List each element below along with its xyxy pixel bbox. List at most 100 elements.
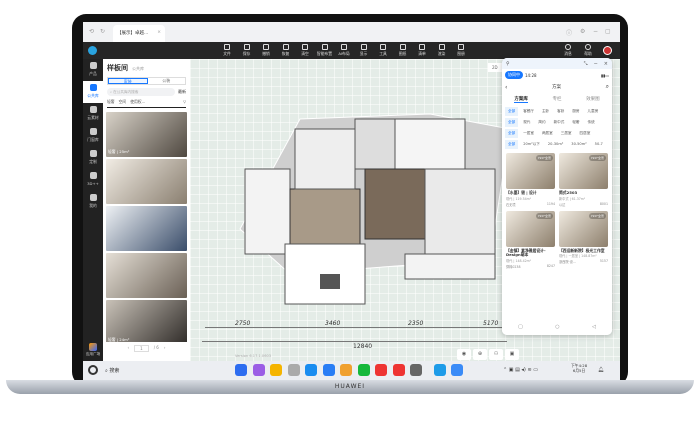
toolbar-item-1[interactable]: 保存 xyxy=(238,44,256,57)
filter-chip[interactable]: 传统 xyxy=(585,118,598,127)
rail-item-1[interactable]: 公共库 xyxy=(83,81,103,103)
sample-room-thumb[interactable]: 轻奢 | 25m² xyxy=(106,112,187,157)
upload-button[interactable]: ⊕ xyxy=(473,349,487,360)
tab-commercial[interactable]: 公装 xyxy=(148,78,186,84)
taskbar-search[interactable]: ⌕ 搜索 xyxy=(105,367,119,374)
plan-card[interactable]: 720°全景 【金镇】素净雅居设计-Design萌本 现代 | 148.42m² 穿棉… xyxy=(506,210,555,269)
back-icon[interactable]: ‹ xyxy=(505,84,507,91)
filter-chip[interactable]: 全部 xyxy=(505,140,519,149)
filter-chip[interactable]: 30-50m² xyxy=(568,140,589,149)
filter-chip[interactable]: 全部 xyxy=(505,129,519,138)
search-input[interactable]: ⌕ 在公共库内搜索 xyxy=(107,88,175,96)
tab-plan-library[interactable]: 方案库 xyxy=(514,96,528,103)
taskbar-app-9[interactable] xyxy=(392,364,405,376)
filter-chip[interactable]: 四居室 xyxy=(577,129,594,138)
clock[interactable]: 下午4:28 6月5日 xyxy=(571,363,587,374)
rail-item-3[interactable]: 门窗库 xyxy=(83,125,103,147)
toolbar-item-5[interactable]: 智能布置 xyxy=(316,44,334,57)
app-store-item[interactable]: 应用广场 xyxy=(83,343,103,357)
filter-chip[interactable]: 两居室 xyxy=(539,129,556,138)
taskbar-app-11[interactable] xyxy=(433,364,446,376)
rail-item-4[interactable]: 定制 xyxy=(83,147,103,169)
filter-chip[interactable]: 客餐厅 xyxy=(520,107,537,116)
share-button[interactable]: ⚇ xyxy=(489,349,503,360)
filter-icon[interactable]: ▽ xyxy=(183,99,186,105)
toolbar-item-0[interactable]: 文件 xyxy=(218,44,236,57)
filter-chip[interactable]: 主卧 xyxy=(539,107,552,116)
prev-page[interactable]: ‹ xyxy=(128,345,130,352)
filter-chip[interactable]: 50-7 xyxy=(592,140,606,149)
filter-chip[interactable]: 一居室 xyxy=(520,129,537,138)
nav-back[interactable]: ◁ xyxy=(592,324,596,335)
nav-recent[interactable]: ▢ xyxy=(518,324,523,335)
close-icon[interactable]: × xyxy=(604,61,608,67)
sample-room-thumb[interactable] xyxy=(106,253,187,298)
taskbar-app-1[interactable] xyxy=(252,364,265,376)
taskbar-app-3[interactable] xyxy=(287,364,300,376)
filter-chip[interactable]: 三居室 xyxy=(558,129,575,138)
sample-room-thumb[interactable]: 轻奢 | 24m² xyxy=(106,300,187,342)
resize-icon[interactable]: ⤡ xyxy=(584,61,588,67)
taskbar-app-6[interactable] xyxy=(340,364,352,376)
taskbar-app-8[interactable] xyxy=(375,364,387,376)
plan-card[interactable]: 720°全景 【水墨】银 | 设计 现代 | 119.54m² 石无境 1194 xyxy=(506,153,555,207)
taskbar-app-2[interactable] xyxy=(270,364,282,376)
filter-chip[interactable]: 简约 xyxy=(535,118,548,127)
sort-select[interactable]: 最新 xyxy=(178,89,186,95)
nav-home[interactable]: ○ xyxy=(555,324,559,335)
filter-chip[interactable]: 20-30m² xyxy=(545,140,566,149)
filter-chip[interactable]: 厨房 xyxy=(569,107,582,116)
back-icon[interactable]: ⟲ xyxy=(89,28,94,35)
filter-chip[interactable]: 客卧 xyxy=(554,107,567,116)
toolbar-item-8[interactable]: 工具 xyxy=(374,44,392,57)
tray-icons[interactable]: ⌃ ▣ ▤ ◂) ≋ ▭ xyxy=(503,367,538,373)
notification-icon[interactable]: 🔔︎ xyxy=(598,367,604,373)
toolbar-item-11[interactable]: 渲染 xyxy=(433,44,451,57)
taskbar-app-4[interactable] xyxy=(305,364,317,376)
filter-rights[interactable]: 使用权... xyxy=(130,99,145,105)
view-2d-button[interactable]: 2D xyxy=(488,63,502,72)
toolbar-messages[interactable]: 消息 xyxy=(559,44,577,57)
filter-chip[interactable]: 轻奢 xyxy=(569,118,582,127)
refresh-icon[interactable]: ↻ xyxy=(100,28,105,35)
toolbar-item-12[interactable]: 图册 xyxy=(452,44,470,57)
next-page[interactable]: › xyxy=(164,345,166,352)
avatar[interactable] xyxy=(603,46,612,55)
filter-chip[interactable]: 儿童房 xyxy=(585,107,602,116)
start-button[interactable] xyxy=(88,365,98,375)
pin-icon[interactable]: ⚲ xyxy=(506,61,510,67)
toolbar-help[interactable]: 帮助 xyxy=(579,44,597,57)
toolbar-item-2[interactable]: 撤销 xyxy=(257,44,275,57)
toolbar-item-6[interactable]: AI布局 xyxy=(335,44,353,57)
sample-room-thumb[interactable] xyxy=(106,206,187,251)
view-toggle-button[interactable]: ◉ xyxy=(457,349,471,360)
browser-tab[interactable]: 【展示】卓越... × xyxy=(113,25,165,42)
collab-pill[interactable]: 协同中 xyxy=(505,71,523,79)
rail-item-6[interactable]: 我的 xyxy=(83,191,103,213)
screen-button[interactable]: ▣ xyxy=(505,349,519,360)
close-icon[interactable]: × xyxy=(157,30,161,35)
filter-chip[interactable]: 现代 xyxy=(520,118,533,127)
filter-chip[interactable]: 新中式 xyxy=(551,118,568,127)
settings-icon[interactable]: ⚙ xyxy=(580,28,585,35)
toolbar-item-7[interactable]: 显示 xyxy=(355,44,373,57)
toolbar-item-4[interactable]: 清空 xyxy=(296,44,314,57)
filter-chip[interactable]: 全部 xyxy=(505,118,519,127)
taskbar-app-0[interactable] xyxy=(235,364,247,376)
toolbar-item-3[interactable]: 恢复 xyxy=(277,44,295,57)
minimize-icon[interactable]: − xyxy=(593,28,598,35)
toolbar-item-10[interactable]: 清单 xyxy=(413,44,431,57)
filter-chip[interactable]: 20m²以下 xyxy=(520,140,543,149)
search-icon[interactable]: ⌕ xyxy=(606,83,609,91)
toolbar-item-9[interactable]: 图纸 xyxy=(394,44,412,57)
taskbar-app-7[interactable] xyxy=(357,364,370,376)
taskbar-app-12[interactable] xyxy=(451,364,463,376)
rail-item-5[interactable]: 3D++ xyxy=(83,169,103,191)
tab-column[interactable]: 专栏 xyxy=(552,96,561,103)
filter-chip[interactable]: 全部 xyxy=(505,107,519,116)
sample-room-thumb[interactable] xyxy=(106,159,187,204)
minimize-icon[interactable]: − xyxy=(594,61,598,67)
plan-card[interactable]: 720°全景 简式2503 新中式 | 61.37m² 以达 8001 xyxy=(559,153,608,207)
filter-style[interactable]: 轻奢 xyxy=(107,99,115,105)
page-input[interactable]: 1 xyxy=(134,345,149,352)
